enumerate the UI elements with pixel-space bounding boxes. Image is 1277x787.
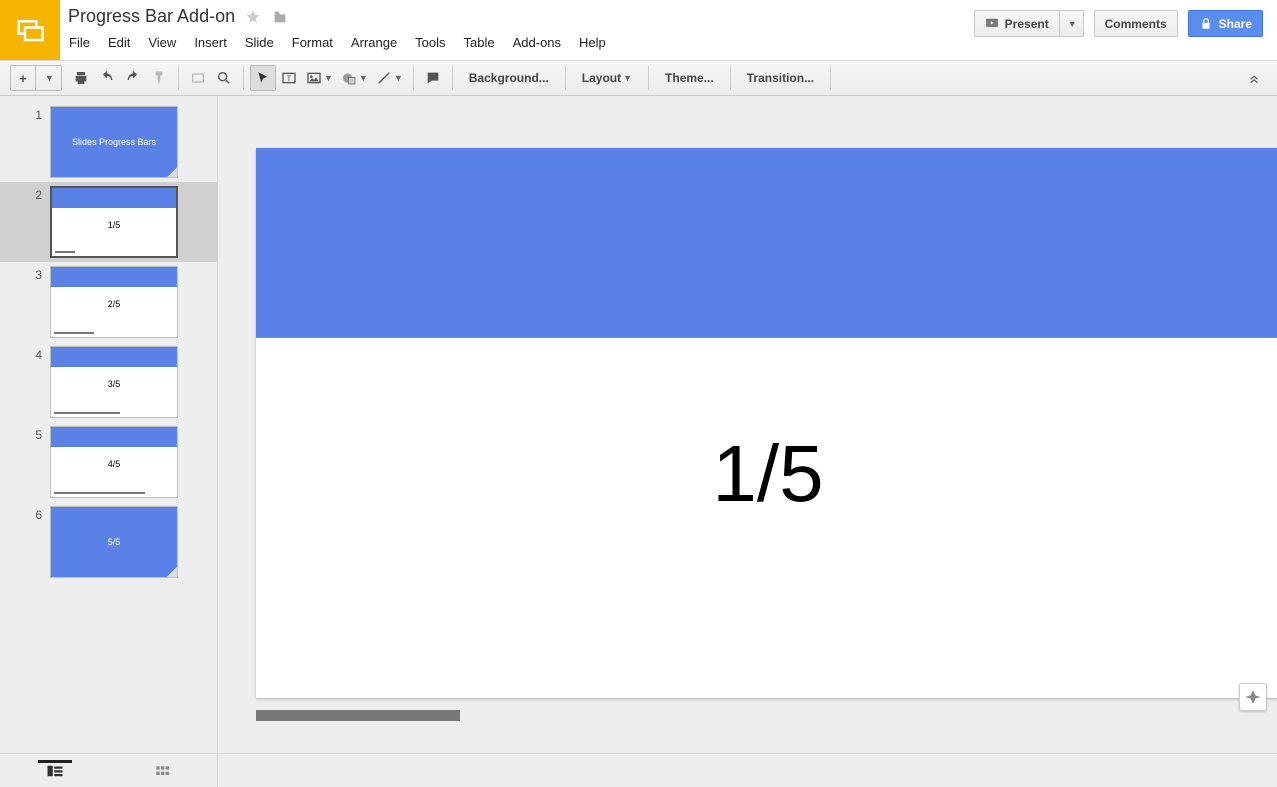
menu-file[interactable]: File [69,35,90,50]
thumbnail-preview: 2/5 [50,266,178,338]
share-button[interactable]: Share [1188,10,1263,37]
comments-button[interactable]: Comments [1094,10,1178,37]
doc-title[interactable]: Progress Bar Add-on [68,6,235,27]
thumbnail-5[interactable]: 54/5 [0,422,217,502]
transition-button[interactable]: Transition... [737,65,824,91]
thumbnail-preview: 1/5 [50,186,178,258]
menu-slide[interactable]: Slide [245,35,274,50]
thumbnail-4[interactable]: 43/5 [0,342,217,422]
menu-table[interactable]: Table [464,35,495,50]
line-tool[interactable]: ▼ [372,65,407,91]
thumbnail-number: 4 [0,346,50,362]
layout-button[interactable]: Layout ▼ [572,65,642,91]
zoom-button[interactable] [211,65,237,91]
collapse-toolbar[interactable] [1241,65,1267,91]
thumbnail-3[interactable]: 32/5 [0,262,217,342]
comment-tool[interactable] [420,65,446,91]
footer [0,753,1277,787]
header: Progress Bar Add-on File Edit View Inser… [0,0,1277,60]
menu-arrange[interactable]: Arrange [351,35,397,50]
slides-logo[interactable] [0,0,60,60]
thumbnail-number: 2 [0,186,50,202]
menu-edit[interactable]: Edit [108,35,130,50]
slide-panel: 1Slides Progress Bars21/532/543/554/565/… [0,96,218,753]
svg-text:T: T [287,74,292,83]
menu-tools[interactable]: Tools [415,35,445,50]
menu-addons[interactable]: Add-ons [513,35,561,50]
select-tool[interactable] [250,65,276,91]
redo-button[interactable] [120,65,146,91]
thumbnail-number: 1 [0,106,50,122]
print-button[interactable] [68,65,94,91]
grid-view-button[interactable] [147,760,179,782]
lock-icon [1199,17,1213,31]
menu-format[interactable]: Format [292,35,333,50]
current-slide[interactable]: 1/5 [256,148,1277,698]
slide-text: 1/5 [256,428,1277,520]
thumbnail-preview: 3/5 [50,346,178,418]
present-button[interactable]: Present [974,10,1060,37]
new-slide-button[interactable]: + [10,65,36,91]
present-dropdown[interactable]: ▼ [1060,10,1084,37]
share-label: Share [1219,17,1252,31]
thumbnail-1[interactable]: 1Slides Progress Bars [0,102,217,182]
slide-progress-bar [256,710,460,721]
filmstrip-view-button[interactable] [38,760,72,782]
thumbnail-6[interactable]: 65/5 [0,502,217,582]
theme-button[interactable]: Theme... [655,65,724,91]
thumbnail-number: 6 [0,506,50,522]
image-tool[interactable]: ▼ [302,65,337,91]
menu-insert[interactable]: Insert [194,35,227,50]
paint-format-button[interactable] [146,65,172,91]
thumbnail-preview: 5/5 [50,506,178,578]
thumbnail-preview: Slides Progress Bars [50,106,178,178]
explore-button[interactable] [1239,683,1267,711]
new-slide-dropdown[interactable]: ▼ [36,65,62,91]
thumbnail-number: 3 [0,266,50,282]
play-icon [985,17,999,31]
slide-header-band [256,148,1277,338]
fit-button[interactable] [185,65,211,91]
star-icon[interactable] [245,9,261,25]
folder-icon[interactable] [271,9,289,25]
thumbnail-preview: 4/5 [50,426,178,498]
shape-tool[interactable]: ▼ [337,65,372,91]
canvas: 1/5 [218,96,1277,753]
textbox-tool[interactable]: T [276,65,302,91]
toolbar: + ▼ T ▼ ▼ ▼ Background... Layout ▼ Theme… [0,60,1277,96]
menubar: File Edit View Insert Slide Format Arran… [68,27,974,50]
background-button[interactable]: Background... [459,65,559,91]
present-button-group: Present ▼ [974,10,1084,37]
menu-view[interactable]: View [148,35,176,50]
thumbnail-number: 5 [0,426,50,442]
menu-help[interactable]: Help [579,35,606,50]
undo-button[interactable] [94,65,120,91]
thumbnail-2[interactable]: 21/5 [0,182,217,262]
present-label: Present [1005,17,1049,31]
